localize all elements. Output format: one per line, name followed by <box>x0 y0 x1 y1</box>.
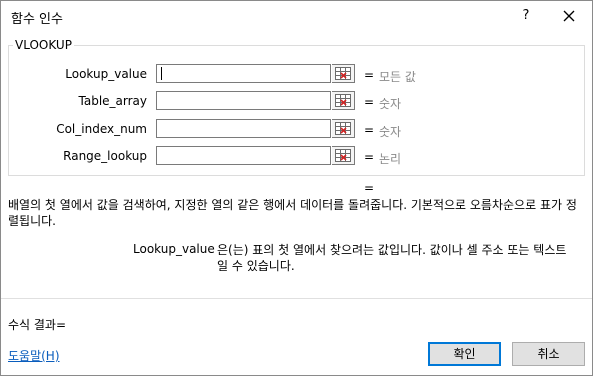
range-lookup-input[interactable] <box>156 146 331 165</box>
range-select-icon <box>335 67 351 80</box>
collapse-dialog-button[interactable] <box>332 119 355 138</box>
function-result-equals: = <box>364 181 375 195</box>
arg-label-table-array: Table_array <box>78 94 148 108</box>
table-array-input[interactable] <box>156 91 331 110</box>
collapse-dialog-button[interactable] <box>332 146 355 165</box>
arg-help-name: Lookup_value <box>133 242 215 256</box>
equals-sign: = <box>364 68 375 82</box>
equals-sign: = <box>364 123 375 137</box>
collapse-dialog-button[interactable] <box>332 64 355 83</box>
help-link[interactable]: 도움말(H) <box>8 347 60 364</box>
lookup-value-input[interactable] <box>156 64 331 83</box>
cancel-button[interactable]: 취소 <box>512 342 585 366</box>
arg-result-range-lookup: 논리 <box>379 152 402 166</box>
close-icon <box>563 10 575 22</box>
arg-result-table-array: 숫자 <box>379 97 402 111</box>
arg-help-text: 은(는) 표의 첫 열에서 찾으려는 값입니다. 값이나 셀 주소 또는 텍스트… <box>217 243 567 273</box>
title-bar: 함수 인수 ? <box>1 1 592 33</box>
equals-sign: = <box>364 150 375 164</box>
function-arguments-dialog: 함수 인수 ? VLOOKUP Lookup_value = 모든 값 Tabl… <box>0 0 593 376</box>
arg-result-col-index-num: 숫자 <box>379 125 402 139</box>
arg-label-range-lookup: Range_lookup <box>63 149 147 163</box>
function-name: VLOOKUP <box>13 38 74 52</box>
collapse-dialog-button[interactable] <box>332 91 355 110</box>
help-button[interactable]: ? <box>516 6 536 26</box>
equals-sign: = <box>364 95 375 109</box>
arg-label-lookup-value: Lookup_value <box>65 67 147 81</box>
range-select-icon <box>335 122 351 135</box>
col-index-num-input[interactable] <box>156 119 331 138</box>
function-description: 배열의 첫 열에서 값을 검색하여, 지정한 열의 같은 행에서 데이터를 돌려… <box>8 198 577 228</box>
arg-result-lookup-value: 모든 값 <box>379 70 416 84</box>
dialog-title: 함수 인수 <box>11 12 63 27</box>
arg-label-col-index-num: Col_index_num <box>56 122 147 136</box>
ok-button[interactable]: 확인 <box>428 342 501 366</box>
formula-result: 수식 결과= <box>8 318 67 332</box>
range-select-icon <box>335 94 351 107</box>
divider <box>1 298 592 299</box>
close-button[interactable] <box>558 6 580 26</box>
range-select-icon <box>335 149 351 162</box>
